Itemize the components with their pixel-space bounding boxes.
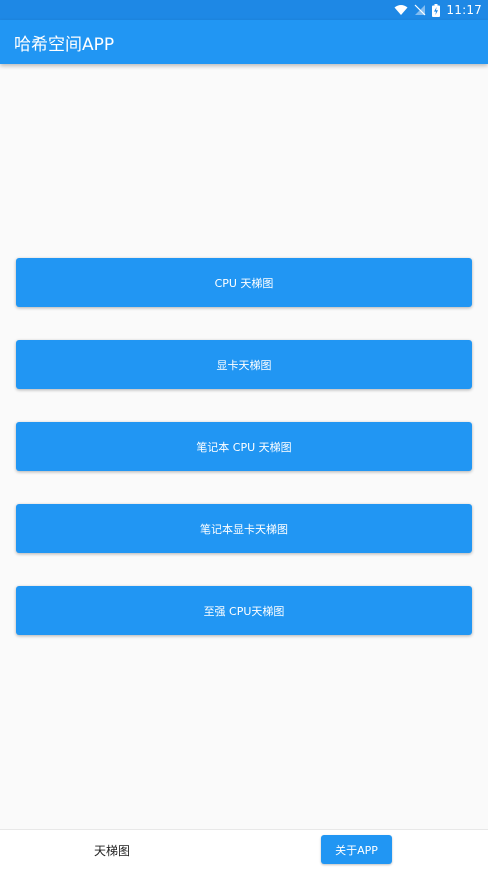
bottom-nav: 天梯图 关于APP	[0, 829, 488, 869]
laptop-cpu-ladder-button[interactable]: 笔记本 CPU 天梯图	[16, 422, 472, 471]
tab-ladder[interactable]: 天梯图	[75, 836, 149, 864]
app-title: 哈希空间APP	[14, 34, 115, 55]
no-signal-icon	[414, 0, 426, 20]
laptop-gpu-ladder-button[interactable]: 笔记本显卡天梯图	[16, 504, 472, 553]
tab-about-app[interactable]: 关于APP	[321, 835, 392, 864]
xeon-cpu-ladder-button[interactable]: 至强 CPU天梯图	[16, 586, 472, 635]
status-bar: 11:17	[0, 0, 488, 20]
main-content: CPU 天梯图 显卡天梯图 笔记本 CPU 天梯图 笔记本显卡天梯图 至强 CP…	[0, 64, 488, 829]
wifi-icon	[394, 0, 408, 20]
ladder-button-list: CPU 天梯图 显卡天梯图 笔记本 CPU 天梯图 笔记本显卡天梯图 至强 CP…	[16, 258, 472, 668]
app-bar: 哈希空间APP	[0, 20, 488, 64]
battery-charging-icon	[432, 0, 441, 20]
status-time: 11:17	[446, 3, 482, 17]
gpu-ladder-button[interactable]: 显卡天梯图	[16, 340, 472, 389]
cpu-ladder-button[interactable]: CPU 天梯图	[16, 258, 472, 307]
